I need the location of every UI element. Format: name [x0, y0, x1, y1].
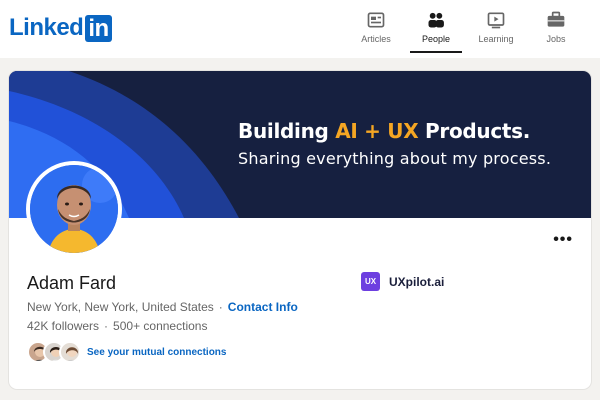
connections-count[interactable]: 500+ connections — [113, 319, 207, 333]
profile-stats: 42K followers · 500+ connections — [27, 319, 207, 333]
mutual-connections[interactable]: See your mutual connections — [27, 339, 226, 365]
logo-text: Linked — [9, 14, 84, 41]
mutual-avatars — [27, 339, 83, 365]
nav-item-learning[interactable]: Learning — [466, 10, 526, 50]
company-name: UXpilot.ai — [389, 274, 445, 289]
profile-location: New York, New York, United States — [27, 300, 214, 314]
banner-headline-highlight: AI + UX — [335, 119, 419, 143]
profile-avatar[interactable] — [26, 161, 122, 257]
separator-dot: · — [218, 300, 223, 314]
banner-subline: Sharing everything about my process. — [238, 149, 552, 168]
nav-item-label: Articles — [361, 34, 391, 44]
jobs-icon — [547, 11, 565, 27]
mutual-avatar — [59, 341, 81, 363]
profile-name: Adam Fard — [27, 273, 117, 293]
nav-item-label: Jobs — [546, 34, 566, 44]
nav-item-label: People — [421, 34, 451, 44]
learning-icon — [487, 12, 505, 29]
followers-count: 42K followers — [27, 319, 100, 333]
company-logo: UX — [361, 272, 380, 291]
main-nav: Articles People Learning Jobs — [346, 10, 586, 53]
banner-headline-pre: Building — [238, 119, 336, 143]
profile-card: Building AI + UX Products. Sharing every… — [9, 71, 591, 389]
current-company[interactable]: UX UXpilot.ai — [361, 272, 444, 291]
nav-item-people[interactable]: People — [406, 10, 466, 53]
people-icon — [428, 12, 444, 28]
separator-dot: · — [104, 319, 109, 333]
contact-info-link[interactable]: Contact Info — [228, 300, 298, 314]
banner-headline-post: Products. — [418, 119, 531, 143]
nav-item-jobs[interactable]: Jobs — [526, 10, 586, 50]
profile-location-line: New York, New York, United States · Contac… — [27, 300, 298, 314]
top-navigation-bar: Linked in Articles People Learning Jobs — [0, 0, 600, 58]
logo-in-box: in — [85, 14, 112, 42]
more-options-button[interactable]: ••• — [553, 231, 573, 249]
nav-item-label: Learning — [478, 34, 514, 44]
mutual-connections-link[interactable]: See your mutual connections — [87, 347, 226, 358]
avatar-photo — [30, 165, 118, 253]
nav-item-articles[interactable]: Articles — [346, 10, 406, 50]
banner-headline: Building AI + UX Products. — [238, 119, 530, 143]
linkedin-logo[interactable]: Linked in — [9, 14, 112, 42]
articles-icon — [367, 12, 385, 28]
